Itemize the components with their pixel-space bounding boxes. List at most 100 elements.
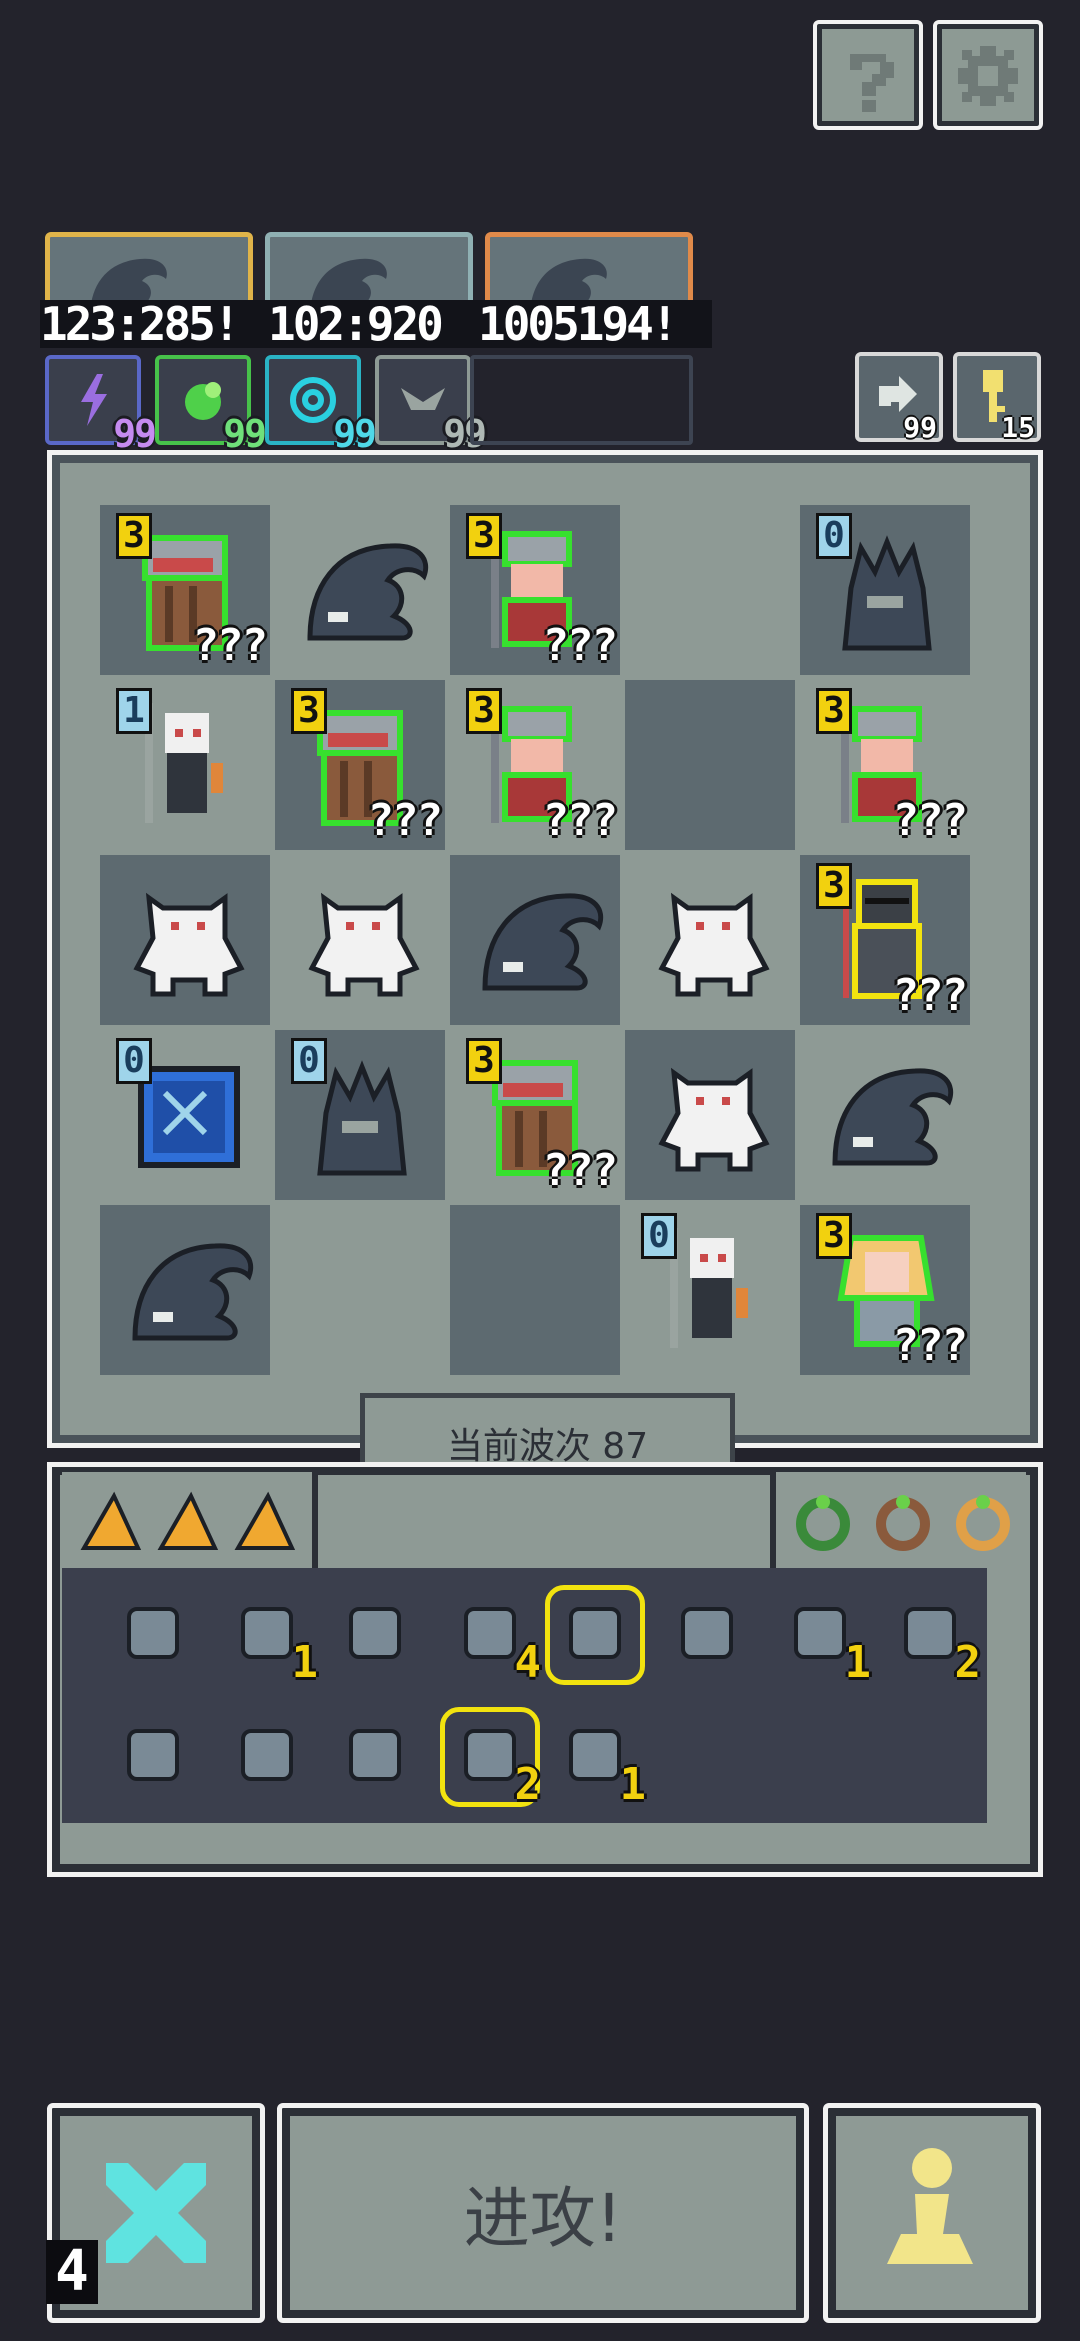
whale-slime-icon bbox=[280, 508, 440, 672]
board-cell-dwarf-shield[interactable]: 3??? bbox=[100, 505, 270, 675]
inventory-item[interactable] bbox=[662, 1590, 752, 1680]
pawn-button[interactable] bbox=[823, 2103, 1041, 2323]
key-button[interactable]: 15 bbox=[953, 352, 1041, 444]
green-arrow-icon bbox=[335, 1715, 415, 1799]
refresh-button[interactable]: 99 bbox=[855, 352, 943, 444]
help-button[interactable] bbox=[813, 20, 923, 130]
item-count: 1 bbox=[619, 1759, 647, 1810]
whale-slime-icon bbox=[805, 1033, 965, 1197]
board-cell-shadow-fiend[interactable]: 0 bbox=[275, 1030, 445, 1200]
pawn-icon bbox=[887, 2148, 973, 2264]
board-cell-shadow-fiend[interactable]: 0 bbox=[800, 505, 970, 675]
board-cell-white-yeti[interactable] bbox=[275, 855, 445, 1025]
board-cell-dwarf-shield[interactable]: 3??? bbox=[275, 680, 445, 850]
skill-bar-empty bbox=[470, 355, 693, 445]
white-yeti-icon bbox=[630, 1033, 790, 1197]
crossed-swords-icon bbox=[106, 2163, 206, 2263]
board-cell-whale-slime[interactable] bbox=[275, 505, 445, 675]
white-yeti-icon bbox=[280, 858, 440, 1022]
resource-counter-2: 102:920 bbox=[268, 300, 478, 348]
unknown-stat-label: ??? bbox=[542, 1145, 618, 1196]
unknown-stat-label: ??? bbox=[892, 1320, 968, 1371]
inventory-item[interactable] bbox=[545, 1585, 645, 1685]
board-cell-empty[interactable] bbox=[275, 1205, 445, 1375]
question-icon bbox=[850, 54, 894, 112]
inventory-item[interactable]: 4 bbox=[445, 1590, 541, 1688]
board-cell-blue-portal[interactable]: 0 bbox=[100, 1030, 270, 1200]
board-cell-empty[interactable] bbox=[450, 1205, 620, 1375]
board-cell-whale-slime[interactable] bbox=[100, 1205, 270, 1375]
settings-button[interactable] bbox=[933, 20, 1043, 130]
board-cell-bone-shaman[interactable]: 0 bbox=[625, 1205, 795, 1375]
board-cell-knight-woman[interactable]: 3??? bbox=[450, 505, 620, 675]
inventory-item[interactable] bbox=[330, 1712, 420, 1802]
board-cell-empty[interactable] bbox=[625, 505, 795, 675]
unknown-stat-label: ??? bbox=[892, 970, 968, 1021]
green-flame-icon bbox=[113, 1593, 193, 1677]
trident-crown-icon bbox=[667, 1593, 747, 1677]
inventory-item[interactable]: 1 bbox=[775, 1590, 871, 1688]
unit-level-badge: 0 bbox=[641, 1213, 677, 1259]
unit-level-badge: 3 bbox=[816, 688, 852, 734]
item-count: 1 bbox=[844, 1637, 872, 1688]
unit-level-badge: 3 bbox=[116, 513, 152, 559]
board-cell-whale-slime[interactable] bbox=[450, 855, 620, 1025]
white-yeti-icon bbox=[105, 858, 265, 1022]
unknown-stat-label: ??? bbox=[192, 620, 268, 671]
unit-level-badge: 3 bbox=[466, 688, 502, 734]
inventory-item[interactable] bbox=[222, 1712, 312, 1802]
board-cell-whale-slime[interactable] bbox=[800, 1030, 970, 1200]
board-cell-dark-knight[interactable]: 3??? bbox=[800, 855, 970, 1025]
attack-label: 进攻! bbox=[463, 2180, 623, 2257]
board-cell-empty[interactable] bbox=[625, 680, 795, 850]
skill-slot-swirl[interactable]: 99 bbox=[265, 355, 377, 453]
board-cell-bone-shaman[interactable]: 1 bbox=[100, 680, 270, 850]
item-count: 2 bbox=[954, 1637, 982, 1688]
board-cell-white-yeti[interactable] bbox=[100, 855, 270, 1025]
board-cell-knight-woman[interactable]: 3??? bbox=[450, 680, 620, 850]
purple-ring-icon[interactable] bbox=[950, 1488, 1016, 1554]
board-cell-dwarf-shield[interactable]: 3??? bbox=[450, 1030, 620, 1200]
crystal-crown-icon bbox=[555, 1593, 635, 1677]
bottom-left-count: 4 bbox=[46, 2240, 98, 2304]
grass-block-icon bbox=[113, 1715, 193, 1799]
inventory-item[interactable] bbox=[330, 1590, 420, 1680]
item-count: 1 bbox=[291, 1637, 319, 1688]
unknown-stat-label: ??? bbox=[367, 795, 443, 846]
inventory-item[interactable]: 2 bbox=[885, 1590, 981, 1688]
inventory-item[interactable] bbox=[108, 1712, 198, 1802]
white-yeti-icon bbox=[630, 858, 790, 1022]
unit-level-badge: 1 bbox=[116, 688, 152, 734]
unit-level-badge: 3 bbox=[291, 688, 327, 734]
item-count: 2 bbox=[514, 1759, 542, 1810]
inventory-item[interactable]: 2 bbox=[440, 1707, 541, 1810]
crystal-shard-icon[interactable] bbox=[232, 1488, 298, 1554]
pink-arrow-icon bbox=[227, 1715, 307, 1799]
unit-level-badge: 3 bbox=[466, 513, 502, 559]
attack-button[interactable]: 进攻! bbox=[277, 2103, 809, 2323]
unit-level-badge: 3 bbox=[816, 1213, 852, 1259]
crystal-shard-icon[interactable] bbox=[155, 1488, 221, 1554]
resource-counter-1: 123:285! bbox=[40, 300, 268, 348]
board-cell-white-yeti[interactable] bbox=[625, 855, 795, 1025]
inventory-item[interactable]: 1 bbox=[550, 1712, 646, 1810]
whale-slime-icon bbox=[455, 858, 615, 1022]
crystal-shard-icon[interactable] bbox=[78, 1488, 144, 1554]
unit-level-badge: 0 bbox=[291, 1038, 327, 1084]
board-cell-blonde-girl[interactable]: 3??? bbox=[800, 1205, 970, 1375]
skill-slot-lightning[interactable]: 99 bbox=[45, 355, 157, 453]
inventory-item[interactable] bbox=[108, 1590, 198, 1680]
inventory-item[interactable]: 1 bbox=[222, 1590, 318, 1688]
board-cell-knight-woman[interactable]: 3??? bbox=[800, 680, 970, 850]
unknown-stat-label: ??? bbox=[542, 620, 618, 671]
skill-slot-blob[interactable]: 99 bbox=[155, 355, 267, 453]
unit-level-badge: 3 bbox=[816, 863, 852, 909]
brown-ring-icon[interactable] bbox=[870, 1488, 936, 1554]
whale-slime-icon bbox=[105, 1208, 265, 1372]
board-cell-white-yeti[interactable] bbox=[625, 1030, 795, 1200]
skill-slot-bird[interactable]: 99 bbox=[375, 355, 487, 453]
unit-level-badge: 0 bbox=[816, 513, 852, 559]
unit-level-badge: 3 bbox=[466, 1038, 502, 1084]
unit-level-badge: 0 bbox=[116, 1038, 152, 1084]
green-ring-icon[interactable] bbox=[790, 1488, 856, 1554]
